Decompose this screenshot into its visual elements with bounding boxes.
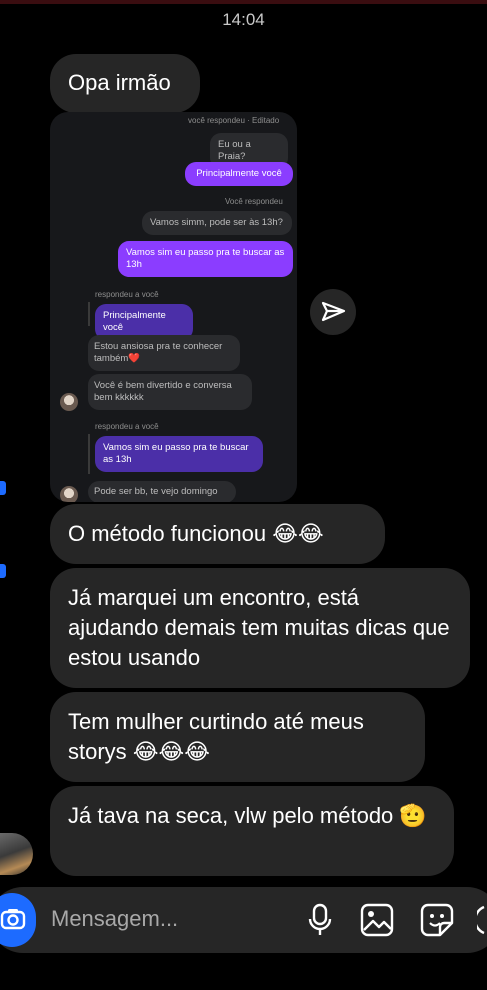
screenshot-message: Vamos sim eu passo pra te buscar as 13h: [118, 241, 293, 277]
quote-bar: [88, 434, 90, 474]
message-bubble[interactable]: Opa irmão: [50, 54, 200, 113]
message-bubble[interactable]: O método funcionou 😂😂: [50, 504, 385, 564]
screenshot-meta: você respondeu · Editado: [188, 116, 280, 125]
laughing-emoji: 😂😂: [272, 522, 324, 547]
message-text: Opa irmão: [68, 70, 171, 95]
share-button[interactable]: [310, 289, 356, 335]
reaction-indicator: [0, 564, 6, 578]
shared-screenshot[interactable]: você respondeu · Editado Eu ou a Praia? …: [50, 112, 297, 502]
screenshot-meta: respondeu a você: [95, 290, 159, 299]
message-bubble[interactable]: Já marquei um encontro, está ajudando de…: [50, 568, 470, 688]
send-icon: [321, 301, 346, 322]
screenshot-meta: respondeu a você: [95, 422, 159, 431]
sticker-icon[interactable]: [420, 903, 454, 937]
reaction-indicator: [0, 481, 6, 495]
message-bubble[interactable]: Tem mulher curtindo até meus storys 😂😂😂: [50, 692, 425, 782]
screenshot-avatar: [60, 393, 78, 411]
message-text: Já marquei um encontro, está ajudando de…: [68, 585, 450, 670]
sender-avatar[interactable]: [0, 833, 33, 875]
message-input[interactable]: Mensagem...: [51, 906, 178, 932]
salute-emoji: 🫡: [399, 804, 427, 829]
plus-icon[interactable]: [477, 903, 487, 937]
screenshot-message: Pode ser bb, te vejo domingo: [88, 481, 236, 502]
camera-icon: [0, 909, 26, 930]
gallery-icon[interactable]: [360, 903, 394, 937]
screenshot-message: Vamos simm, pode ser às 13h?: [142, 211, 292, 235]
message-text: O método funcionou: [68, 521, 267, 546]
screenshot-avatar: [60, 486, 78, 502]
screenshot-message: Principalmente você: [185, 162, 293, 186]
laughing-emoji: 😂😂😂: [132, 740, 210, 765]
screenshot-meta: Você respondeu: [225, 197, 283, 206]
message-bubble[interactable]: Já tava na seca, vlw pelo método 🫡: [50, 786, 454, 876]
status-time: 14:04: [222, 10, 265, 29]
message-text: Já tava na seca, vlw pelo método: [68, 803, 394, 828]
quote-bar: [88, 302, 90, 326]
status-strip: [0, 0, 487, 4]
screenshot-message: Estou ansiosa pra te conhecer também❤️: [88, 335, 240, 371]
screenshot-message: Você é bem divertido e conversa bem kkkk…: [88, 374, 252, 410]
message-text: Tem mulher curtindo até meus storys: [68, 709, 364, 764]
screenshot-quote: Vamos sim eu passo pra te buscar as 13h: [95, 436, 263, 472]
microphone-icon[interactable]: [306, 903, 334, 937]
